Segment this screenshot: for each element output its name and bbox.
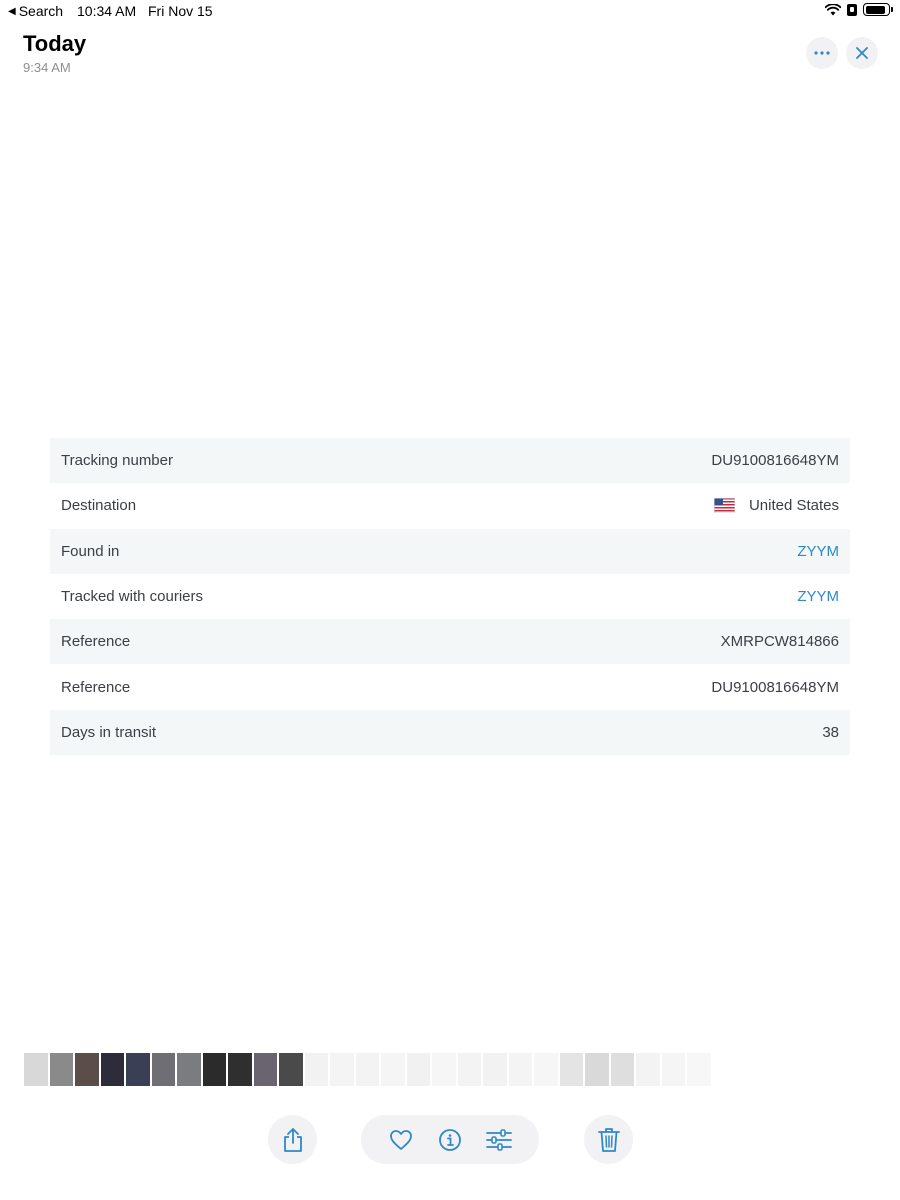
adjust-button[interactable] <box>483 1124 515 1156</box>
photo-thumbnail[interactable] <box>534 1053 558 1086</box>
share-button[interactable] <box>268 1115 317 1164</box>
detail-value: XMRPCW814866 <box>720 633 839 651</box>
detail-label: Reference <box>61 678 131 696</box>
detail-value: 38 <box>822 723 839 741</box>
detail-value: United States <box>748 497 839 515</box>
detail-label: Tracked with couriers <box>61 588 203 606</box>
battery-icon <box>863 3 893 16</box>
detail-row-days-in-transit: Days in transit 38 <box>50 709 850 756</box>
share-icon <box>283 1127 302 1152</box>
courier-link[interactable]: ZYYM <box>797 588 839 605</box>
photo-thumbnail[interactable] <box>559 1053 583 1086</box>
page-title: Today <box>23 31 87 56</box>
photo-actions-group <box>361 1115 539 1164</box>
found-in-link[interactable]: ZYYM <box>797 543 839 560</box>
heart-icon <box>390 1129 413 1150</box>
wifi-icon <box>825 3 841 15</box>
battery-level <box>865 5 886 14</box>
delete-button[interactable] <box>584 1115 633 1164</box>
close-button[interactable] <box>846 37 878 69</box>
detail-row-destination: Destination United States <box>50 483 850 528</box>
status-date: Fri Nov 15 <box>148 3 213 19</box>
photo-thumbnail[interactable] <box>610 1053 634 1086</box>
detail-label: Days in transit <box>61 723 157 741</box>
detail-row-tracking-number: Tracking number DU9100816648YM <box>50 438 850 484</box>
photo-thumbnail[interactable] <box>330 1053 354 1086</box>
back-label: Search <box>18 3 64 19</box>
photo-thumbnail[interactable] <box>253 1053 277 1086</box>
favorite-button[interactable] <box>385 1124 417 1156</box>
status-indicators <box>825 3 893 16</box>
detail-value-group: United States <box>713 497 839 515</box>
photo-thumbnail[interactable] <box>202 1053 226 1086</box>
photo-thumbnail[interactable] <box>483 1053 507 1086</box>
detail-label: Found in <box>61 542 120 560</box>
photo-thumbnail[interactable] <box>432 1053 456 1086</box>
photo-thumbnail[interactable] <box>585 1053 609 1086</box>
us-flag-icon <box>713 498 735 514</box>
photo-thumbnail[interactable] <box>75 1053 99 1086</box>
page-subtitle: 9:34 AM <box>23 60 71 75</box>
photo-thumbnail[interactable] <box>228 1053 252 1086</box>
back-to-search-link[interactable]: ◀ Search <box>8 3 63 19</box>
photo-thumbnail[interactable] <box>687 1053 711 1086</box>
sliders-icon <box>485 1128 512 1151</box>
more-options-button[interactable] <box>806 37 838 69</box>
photo-thumbnail[interactable] <box>126 1053 150 1086</box>
detail-label: Tracking number <box>61 452 173 470</box>
photo-thumbnail[interactable] <box>49 1053 73 1086</box>
ellipsis-icon <box>814 51 830 55</box>
shipment-details-table: Tracking number DU9100816648YM Destinati… <box>50 438 850 756</box>
info-icon <box>439 1128 461 1151</box>
photo-thumbnail[interactable] <box>151 1053 175 1086</box>
detail-row-reference: Reference XMRPCW814866 <box>50 619 850 665</box>
photo-thumbnail[interactable] <box>279 1053 303 1086</box>
photo-thumbnail[interactable] <box>177 1053 201 1086</box>
close-icon <box>856 47 868 59</box>
back-triangle-icon: ◀ <box>8 5 16 17</box>
photo-thumbnail[interactable] <box>508 1053 532 1086</box>
photo-thumbnail-strip[interactable] <box>24 1053 711 1086</box>
photo-thumbnail[interactable] <box>661 1053 685 1086</box>
photo-thumbnail[interactable] <box>381 1053 405 1086</box>
photo-thumbnail[interactable] <box>406 1053 430 1086</box>
status-bar: ◀ Search 10:34 AM Fri Nov 15 <box>0 0 900 22</box>
info-button[interactable] <box>434 1124 466 1156</box>
detail-label: Reference <box>61 633 131 651</box>
detail-value: DU9100816648YM <box>711 678 839 696</box>
orientation-lock-icon <box>847 3 857 16</box>
status-time: 10:34 AM <box>77 3 137 19</box>
detail-value: DU9100816648YM <box>711 452 839 470</box>
photo-thumbnail[interactable] <box>636 1053 660 1086</box>
detail-label: Destination <box>61 497 137 515</box>
photo-thumbnail[interactable] <box>100 1053 124 1086</box>
photo-thumbnail[interactable] <box>355 1053 379 1086</box>
detail-row-found-in: Found in ZYYM <box>50 528 850 574</box>
detail-row-couriers: Tracked with couriers ZYYM <box>50 574 850 619</box>
trash-icon <box>597 1127 620 1152</box>
photo-thumbnail[interactable] <box>304 1053 328 1086</box>
photo-thumbnail[interactable] <box>24 1053 48 1086</box>
detail-row-reference: Reference DU9100816648YM <box>50 664 850 709</box>
photo-thumbnail[interactable] <box>457 1053 481 1086</box>
